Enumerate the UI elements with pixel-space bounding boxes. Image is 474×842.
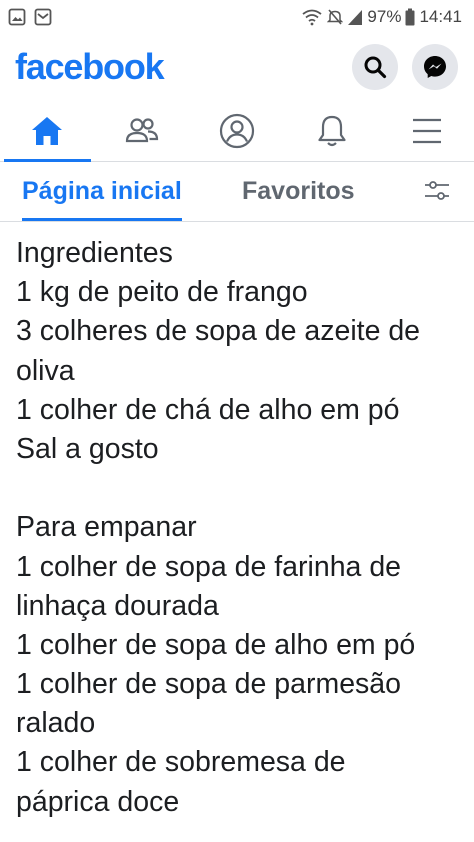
post-line: 1 colher de chá de alho em pó xyxy=(16,393,400,426)
post-line: Ingredientes xyxy=(16,237,173,269)
battery-icon xyxy=(405,8,415,26)
status-bar: 97% 14:41 xyxy=(0,0,474,34)
feed-filter-button[interactable] xyxy=(422,176,452,206)
post-line: páprica doce xyxy=(16,785,180,818)
tab-home-feed[interactable]: Página inicial xyxy=(22,162,182,221)
nav-notifications[interactable] xyxy=(284,100,379,161)
search-icon xyxy=(363,55,387,79)
post-line: 1 colher de sopa de parmesão xyxy=(16,668,402,701)
post-line: 1 colher de sopa de farinha de xyxy=(16,550,402,583)
messenger-button[interactable] xyxy=(412,44,458,90)
wifi-icon xyxy=(301,8,323,26)
signal-icon xyxy=(347,8,363,26)
post-line: 3 colheres de sopa de azeite de xyxy=(16,315,421,348)
post-line: oliva xyxy=(16,354,75,387)
status-left xyxy=(8,8,52,26)
nav-friends[interactable] xyxy=(95,100,190,161)
post-line: linhaça dourada xyxy=(16,589,219,622)
header-actions xyxy=(352,44,458,90)
friends-icon xyxy=(124,115,160,147)
post-line: 1 colher de sopa de alho em pó xyxy=(16,628,416,661)
search-button[interactable] xyxy=(352,44,398,90)
facebook-logo[interactable]: facebook xyxy=(15,46,165,88)
post-line: ralado xyxy=(16,707,96,740)
profile-icon xyxy=(219,113,255,149)
menu-icon xyxy=(411,117,443,145)
image-notification-icon xyxy=(8,8,26,26)
post-line: Para empanar xyxy=(16,511,197,544)
post-body: Ingredientes 1 kg de peito de frango 3 c… xyxy=(16,234,466,822)
nav-menu[interactable] xyxy=(379,100,474,161)
post-line: Sal a gosto xyxy=(16,432,159,465)
notifications-bell-icon xyxy=(316,114,348,148)
app-header: facebook xyxy=(0,34,474,100)
clock: 14:41 xyxy=(419,7,462,26)
main-nav xyxy=(0,100,474,162)
mail-notification-icon xyxy=(34,8,52,26)
tab-favorites[interactable]: Favoritos xyxy=(242,162,355,221)
post-line: 1 kg de peito de frango xyxy=(16,276,308,309)
nav-profile[interactable] xyxy=(190,100,285,161)
nav-home[interactable] xyxy=(0,100,95,162)
messenger-icon xyxy=(422,54,448,80)
post-line: 1 colher de sobremesa de xyxy=(16,746,346,779)
home-icon xyxy=(30,115,64,147)
mute-icon xyxy=(327,8,344,26)
battery-percent: 97% xyxy=(367,7,402,26)
filter-sliders-icon xyxy=(424,179,450,203)
feed-tabs: Página inicial Favoritos xyxy=(0,162,474,222)
post-line xyxy=(16,469,466,508)
status-right: 97% 14:41 xyxy=(301,7,462,27)
